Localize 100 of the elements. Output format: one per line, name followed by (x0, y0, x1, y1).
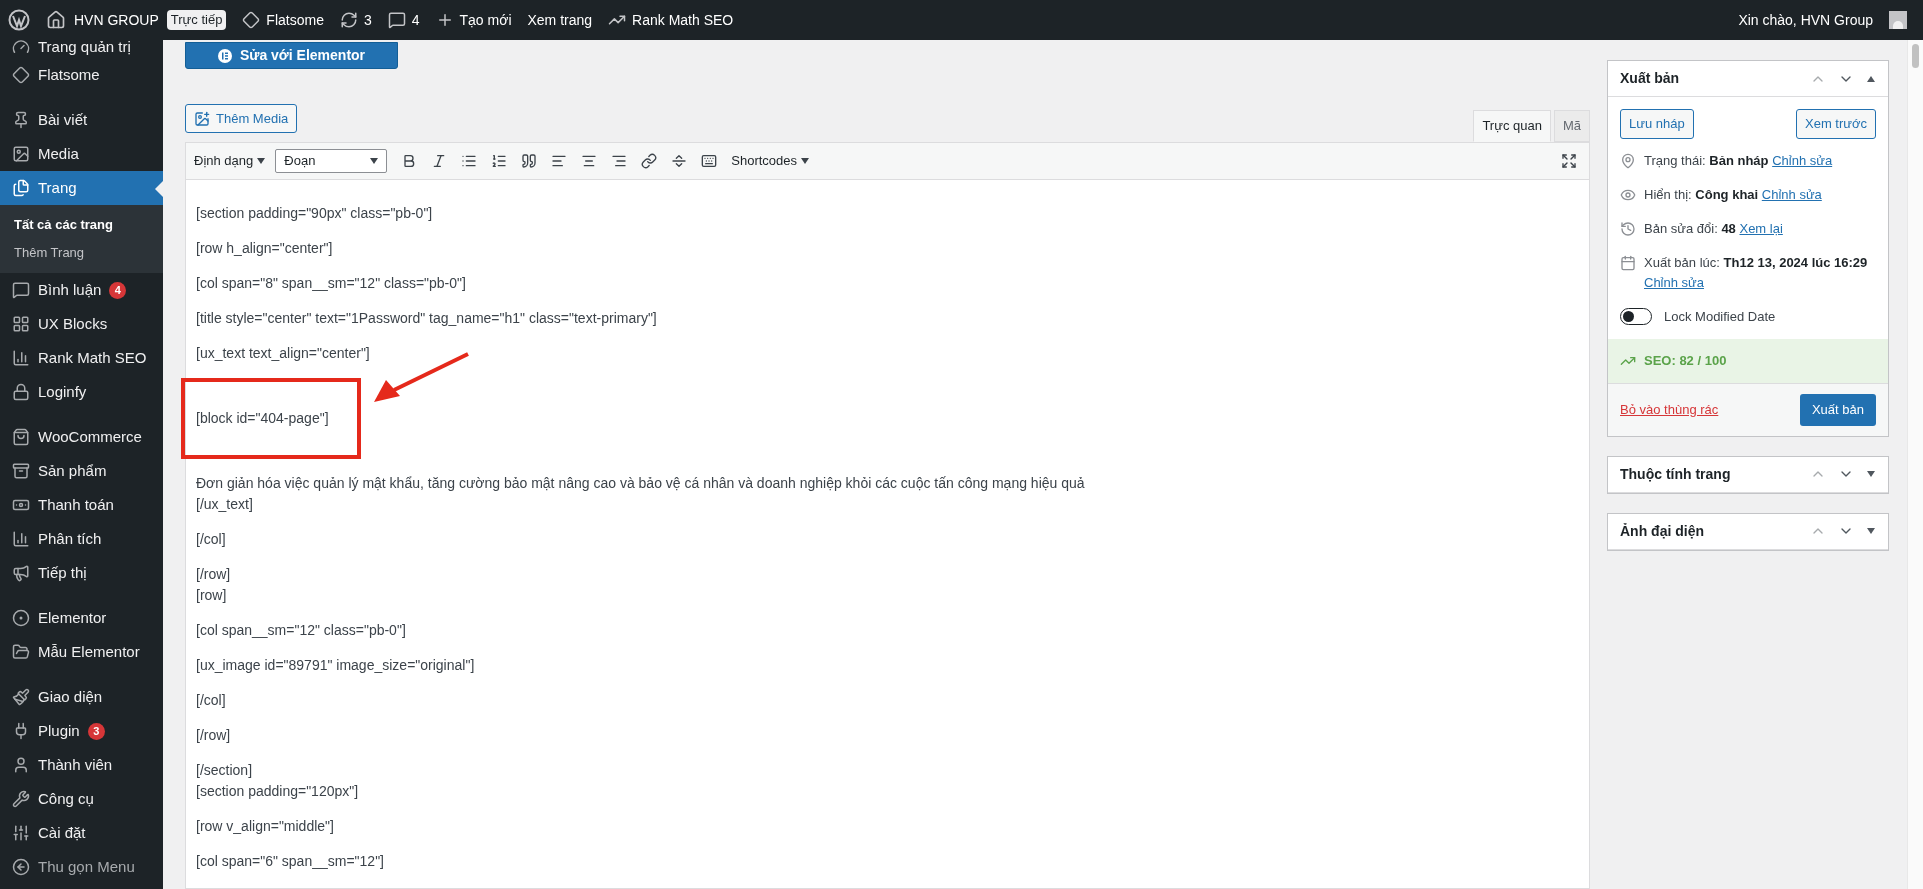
sidebar-item[interactable]: Media (0, 137, 163, 171)
sidebar-item[interactable]: UX Blocks (0, 307, 163, 341)
comment-icon[interactable] (387, 11, 406, 29)
editor-paragraph: [/section] [section padding="120px"] (196, 761, 360, 801)
sidebar-item[interactable]: Mẫu Elementor (0, 635, 163, 669)
link-icon[interactable] (641, 153, 658, 169)
caret-icon (370, 158, 379, 164)
sidebar-item[interactable]: Bài viết (0, 103, 163, 137)
editor-paragraph: [block id="404-page"] (196, 409, 330, 428)
editor-paragraph: [/col] (196, 530, 227, 549)
editor-paragraph: [title style="center" text="1Password" tag_name="h1" class="text-primary"] (196, 309, 658, 328)
sidebar-item[interactable]: Loginfy (0, 375, 163, 409)
diamond-icon[interactable] (242, 11, 261, 29)
admin-bar-link[interactable]: Xem trang (527, 9, 593, 31)
admin-bar-link[interactable]: 4 (411, 9, 420, 31)
editor-paragraph: [/row] [row] (196, 565, 232, 605)
editor-tab[interactable]: Trực quan (1473, 110, 1551, 142)
align-right-icon[interactable] (611, 153, 628, 169)
align-left-icon[interactable] (551, 153, 568, 169)
editor-paragraph: [col span__sm="12" class="pb-0"] (196, 621, 407, 640)
editor-paragraph: Đơn giản hóa việc quản lý mật khẩu, tăng cường bảo mật nâng cao và bảo vệ cá nhân và doanh nghiệp khỏi các cuộc tấn công mạng hiệu quả [/ux_text] (196, 474, 1086, 514)
numbered-list-icon[interactable] (491, 153, 508, 169)
sidebar-item[interactable]: Cài đặt (0, 816, 163, 850)
edit-link[interactable]: Chỉnh sửa (1761, 187, 1822, 202)
elementor-icon (217, 48, 232, 63)
toggle-label: Lock Modified Date (1664, 308, 1776, 326)
chart-icon (12, 530, 30, 548)
publish-button[interactable]: Xuất bản (1799, 393, 1876, 426)
comment-icon (12, 281, 30, 299)
pages-icon (12, 179, 30, 197)
sidebar-item[interactable]: WooCommerce (0, 420, 163, 454)
sidebar-item[interactable]: Công cụ (0, 782, 163, 816)
publish-info-text: Hiển thị: Công khai Chỉnh sửa (1644, 186, 1822, 204)
keyboard-icon[interactable] (701, 153, 718, 169)
sidebar-item[interactable]: Bình luận 4 (0, 273, 163, 307)
paragraph-select[interactable]: Đoạn (275, 149, 388, 173)
chart-icon (12, 349, 30, 367)
bullet-list-icon[interactable] (461, 153, 478, 169)
admin-bar-link[interactable]: Flatsome (266, 9, 324, 31)
fullscreen-icon[interactable] (1561, 153, 1577, 169)
sidebar-item[interactable]: Trang quản trị (0, 40, 163, 58)
current-pointer-icon (155, 181, 163, 197)
toggle-switch[interactable] (1620, 308, 1652, 326)
greeting-link[interactable]: Xin chào, HVN Group (1738, 9, 1873, 31)
edit-link[interactable]: Xem lại (1739, 221, 1783, 236)
sidebar-item[interactable]: Phân tích (0, 522, 163, 556)
shortcodes-menu[interactable]: Shortcodes (731, 151, 810, 171)
edit-link[interactable]: Chỉnh sửa (1772, 153, 1833, 168)
media-icon (12, 145, 30, 163)
preview-button[interactable]: Xem trước (1796, 109, 1876, 139)
elementor-edit-button[interactable]: Sửa với Elementor (185, 42, 398, 69)
folder-icon (12, 643, 30, 661)
add-media-button[interactable]: Thêm Media (185, 104, 298, 133)
pin-icon (1620, 153, 1636, 169)
expand-icon[interactable] (1866, 470, 1876, 478)
box-title: Xuất bản (1620, 69, 1681, 88)
sidebar-item[interactable]: Trang (0, 171, 163, 205)
admin-bar-link[interactable]: Tạo mới (459, 9, 512, 31)
editor-tab[interactable]: Mã (1553, 110, 1590, 142)
sidebar-item[interactable]: Flatsome (0, 58, 163, 92)
sliders-icon (12, 824, 30, 842)
site-name-link[interactable]: HVN GROUP (74, 9, 159, 31)
editor-paragraph: [col span="6" span__sm="12"] (196, 852, 385, 871)
sidebar-item[interactable]: Plugin 3 (0, 714, 163, 748)
sidebar-item[interactable]: Giao diện (0, 680, 163, 714)
circle-icon (12, 609, 30, 627)
sidebar-item[interactable]: Elementor (0, 601, 163, 635)
quote-icon[interactable] (521, 153, 538, 169)
collapse-icon[interactable] (1866, 74, 1876, 83)
sidebar-item[interactable]: Thanh toán (0, 488, 163, 522)
sidebar-item[interactable]: Tiếp thị (0, 556, 163, 590)
admin-bar-link[interactable]: Rank Math SEO (632, 9, 734, 31)
live-badge: Trực tiếp (166, 10, 227, 30)
megaphone-icon (12, 564, 30, 582)
submenu-item[interactable]: Thêm Trang (0, 239, 163, 267)
format-menu[interactable]: Định dạng (194, 151, 266, 171)
sidebar-item[interactable]: Sản phẩm (0, 454, 163, 488)
sidebar-item[interactable]: Thành viên (0, 748, 163, 782)
sidebar-item[interactable]: Thu gọn Menu (0, 850, 163, 884)
trash-link[interactable]: Bỏ vào thùng rác (1620, 399, 1719, 420)
editor-paragraph: [col span="8" span__sm="12" class="pb-0"] (196, 274, 467, 293)
wordpress-logo[interactable] (8, 9, 30, 31)
refresh-icon[interactable] (339, 11, 358, 29)
editor-paragraph: [ux_text text_align="center"] (196, 344, 371, 363)
sidebar-item[interactable]: Rank Math SEO (0, 341, 163, 375)
expand-icon[interactable] (1866, 527, 1876, 535)
history-icon (1620, 221, 1636, 237)
collapse-icon (12, 858, 30, 876)
admin-bar-link[interactable]: 3 (363, 9, 372, 31)
bag-icon (12, 428, 30, 446)
home-icon[interactable] (46, 10, 66, 30)
user-icon (12, 756, 30, 774)
save-draft-button[interactable]: Lưu nháp (1620, 109, 1694, 139)
seo-score: SEO: 82 / 100 (1644, 351, 1727, 370)
edit-link[interactable]: Chỉnh sửa (1644, 275, 1704, 290)
separator-icon[interactable] (671, 153, 688, 169)
brush-icon (12, 688, 30, 706)
align-center-icon[interactable] (581, 153, 598, 169)
submenu-item[interactable]: Tất cả các trang (0, 211, 163, 239)
wrench-icon (12, 790, 30, 808)
